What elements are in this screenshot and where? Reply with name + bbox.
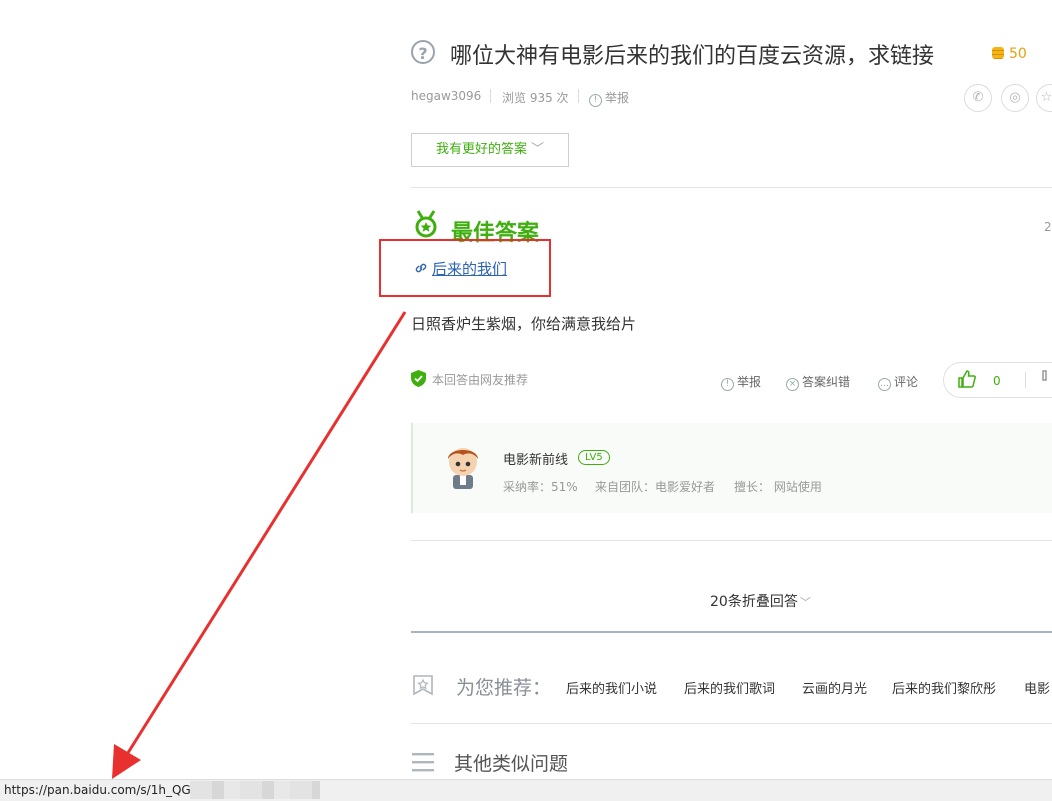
reward-value: 50 xyxy=(1009,46,1027,62)
recommend-note: 本回答由网友推荐 xyxy=(432,373,529,387)
bookmark-star-icon xyxy=(413,675,433,696)
vote-divider xyxy=(1025,372,1026,388)
similar-questions-title: 其他类似问题 xyxy=(454,753,569,775)
divider xyxy=(411,540,1052,541)
report-icon: ! xyxy=(589,94,602,107)
answerer-team[interactable]: 来自团队：电影爱好者 xyxy=(595,478,715,495)
question-report-link[interactable]: ! 举报 xyxy=(589,89,629,107)
answer-body: 日照香炉生紫烟，你给满意我给片 xyxy=(411,315,637,333)
comment-icon: … xyxy=(878,378,891,391)
reward-badge: 50 xyxy=(992,46,1027,62)
correct-label: 答案纠错 xyxy=(802,375,851,389)
chevron-down-icon: ﹀ xyxy=(531,142,545,157)
question-mark-icon: ? xyxy=(411,40,435,64)
divider xyxy=(411,187,1052,188)
recommend-item[interactable]: 后来的我们小说 xyxy=(566,678,657,697)
recommend-item[interactable]: 电影 xyxy=(1024,678,1050,697)
chevron-down-icon: ﹀ xyxy=(799,596,811,609)
coin-icon xyxy=(992,47,1004,59)
report-icon: ! xyxy=(721,378,734,391)
comment-label: 评论 xyxy=(894,375,919,389)
recommend-item[interactable]: 后来的我们歌词 xyxy=(684,678,775,697)
better-answer-button[interactable]: 我有更好的答案 ﹀ xyxy=(411,133,569,167)
folded-label: 20条折叠回答 xyxy=(710,594,798,610)
wechat-icon[interactable]: ✆ xyxy=(964,84,992,112)
view-count: 浏览 935 次 xyxy=(502,91,569,105)
recommend-item[interactable]: 云画的月光 xyxy=(802,678,867,697)
list-icon xyxy=(412,753,434,772)
meta-divider xyxy=(578,89,579,103)
better-answer-label: 我有更好的答案 xyxy=(435,142,527,157)
answer-report-button[interactable]: ! 举报 xyxy=(721,373,761,391)
divider xyxy=(411,723,1052,724)
verified-shield-icon xyxy=(411,370,426,387)
annotation-highlight-box xyxy=(379,239,551,297)
section-divider xyxy=(411,631,1052,633)
folded-answers-toggle[interactable]: 20条折叠回答 ﹀ xyxy=(710,591,811,611)
correct-answer-button[interactable]: × 答案纠错 xyxy=(786,373,850,391)
asker-username[interactable]: hegaw3096 xyxy=(411,89,481,103)
report-label: 举报 xyxy=(605,91,630,105)
level-badge: LV5 xyxy=(578,450,610,465)
answer-date: 2 xyxy=(1044,220,1052,234)
avatar[interactable] xyxy=(440,443,486,491)
like-count: 0 xyxy=(993,374,1001,388)
thumbs-up-icon[interactable] xyxy=(957,369,977,389)
answerer-name[interactable]: 电影新前线 xyxy=(503,449,568,468)
redacted-area xyxy=(190,781,320,799)
answerer-card xyxy=(411,423,1052,513)
answer-report-label: 举报 xyxy=(737,375,762,389)
recommend-item[interactable]: 后来的我们黎欣彤 xyxy=(892,678,996,697)
qzone-icon[interactable]: ☆ xyxy=(1036,84,1052,112)
question-title: 哪位大神有电影后来的我们的百度云资源，求链接 xyxy=(450,44,935,69)
weibo-icon[interactable]: ◎ xyxy=(1001,84,1029,112)
medal-icon xyxy=(415,210,437,238)
recommend-title: 为您推荐： xyxy=(456,677,552,699)
adopt-rate: 采纳率：51% xyxy=(503,480,578,494)
error-icon: × xyxy=(786,378,799,391)
comment-button[interactable]: … 评论 xyxy=(878,373,918,391)
meta-divider xyxy=(490,89,491,103)
thumbs-down-icon[interactable] xyxy=(1041,369,1052,389)
answerer-expertise: 擅长： 网站使用 xyxy=(734,480,822,494)
status-url: https://pan.baidu.com/s/1h_QGN xyxy=(4,783,200,797)
